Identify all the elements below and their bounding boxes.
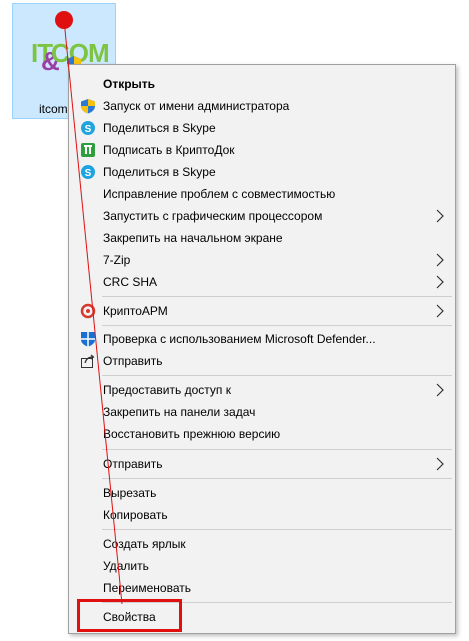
menu-item-label: Отправить (103, 457, 163, 471)
context-menu: Открыть Запуск от имени администратора S… (68, 64, 456, 634)
menu-item-cut[interactable]: Вырезать (70, 482, 454, 504)
menu-item-share-skype-1[interactable]: S Поделиться в Skype (70, 117, 454, 139)
menu-item-label: Проверка с использованием Microsoft Defe… (103, 332, 376, 346)
menu-item-label: Удалить (103, 559, 149, 573)
menu-separator (102, 325, 452, 326)
menu-item-label: Отправить (103, 354, 163, 368)
menu-item-label: CRC SHA (103, 275, 158, 289)
menu-separator (102, 375, 452, 376)
menu-item-label: Запустить с графическим процессором (103, 209, 323, 223)
skype-icon: S (81, 165, 95, 179)
menu-item-create-shortcut[interactable]: Создать ярлык (70, 533, 454, 555)
menu-item-defender-scan[interactable]: Проверка с использованием Microsoft Defe… (70, 328, 454, 350)
menu-item-label: Вырезать (103, 486, 157, 500)
menu-item-send-share[interactable]: Отправить (70, 350, 454, 372)
chevron-right-icon (436, 275, 444, 289)
menu-item-label: 7-Zip (103, 253, 131, 267)
menu-separator (102, 478, 452, 479)
menu-item-delete[interactable]: Удалить (70, 555, 454, 577)
menu-item-label: Переименовать (103, 581, 191, 595)
menu-item-crc-sha[interactable]: CRC SHA (70, 271, 454, 293)
annotation-highlight-box (77, 599, 182, 632)
uac-shield-icon (81, 99, 95, 114)
menu-item-7zip[interactable]: 7-Zip (70, 249, 454, 271)
kriptoarm-icon (80, 303, 96, 319)
chevron-right-icon (436, 457, 444, 471)
menu-item-label: Запуск от имени администратора (103, 99, 290, 113)
skype-icon: S (81, 121, 95, 135)
menu-item-label: Открыть (103, 77, 156, 91)
menu-item-label: Исправление проблем с совместимостью (103, 187, 336, 201)
menu-item-rename[interactable]: Переименовать (70, 577, 454, 599)
chevron-right-icon (436, 304, 444, 318)
menu-item-label: Закрепить на начальном экране (103, 231, 283, 245)
menu-item-run-with-gpu[interactable]: Запустить с графическим процессором (70, 205, 454, 227)
chevron-right-icon (436, 209, 444, 223)
menu-item-label: Поделиться в Skype (103, 121, 216, 135)
menu-item-restore-version[interactable]: Восстановить прежнюю версию (70, 423, 454, 445)
kriptodok-icon (81, 143, 95, 157)
menu-item-label: Поделиться в Skype (103, 165, 216, 179)
menu-item-label: Закрепить на панели задач (103, 405, 256, 419)
menu-item-label: Подписать в КриптоДок (103, 143, 235, 157)
svg-text:S: S (85, 168, 92, 179)
menu-item-copy[interactable]: Копировать (70, 504, 454, 526)
menu-item-pin-start[interactable]: Закрепить на начальном экране (70, 227, 454, 249)
menu-item-share-skype-2[interactable]: S Поделиться в Skype (70, 161, 454, 183)
menu-item-label: Предоставить доступ к (103, 383, 231, 397)
menu-item-sign-kriptodok[interactable]: Подписать в КриптоДок (70, 139, 454, 161)
menu-separator (102, 449, 452, 450)
share-icon (81, 354, 95, 368)
menu-item-kriptoarm[interactable]: КриптоАРМ (70, 300, 454, 322)
chevron-right-icon (436, 253, 444, 267)
menu-separator (102, 296, 452, 297)
svg-text:S: S (85, 124, 92, 135)
menu-item-pin-taskbar[interactable]: Закрепить на панели задач (70, 401, 454, 423)
desktop-icon-label: itcom (39, 102, 68, 116)
menu-separator (102, 529, 452, 530)
menu-item-open[interactable]: Открыть (70, 73, 454, 95)
defender-icon (81, 332, 95, 347)
menu-item-label: Копировать (103, 508, 168, 522)
menu-item-label: Восстановить прежнюю версию (103, 427, 281, 441)
menu-item-troubleshoot-compat[interactable]: Исправление проблем с совместимостью (70, 183, 454, 205)
menu-item-label: КриптоАРМ (103, 304, 168, 318)
menu-item-send-to[interactable]: Отправить (70, 453, 454, 475)
menu-item-give-access[interactable]: Предоставить доступ к (70, 379, 454, 401)
menu-item-label: Создать ярлык (103, 537, 186, 551)
chevron-right-icon (436, 383, 444, 397)
menu-item-run-as-admin[interactable]: Запуск от имени администратора (70, 95, 454, 117)
